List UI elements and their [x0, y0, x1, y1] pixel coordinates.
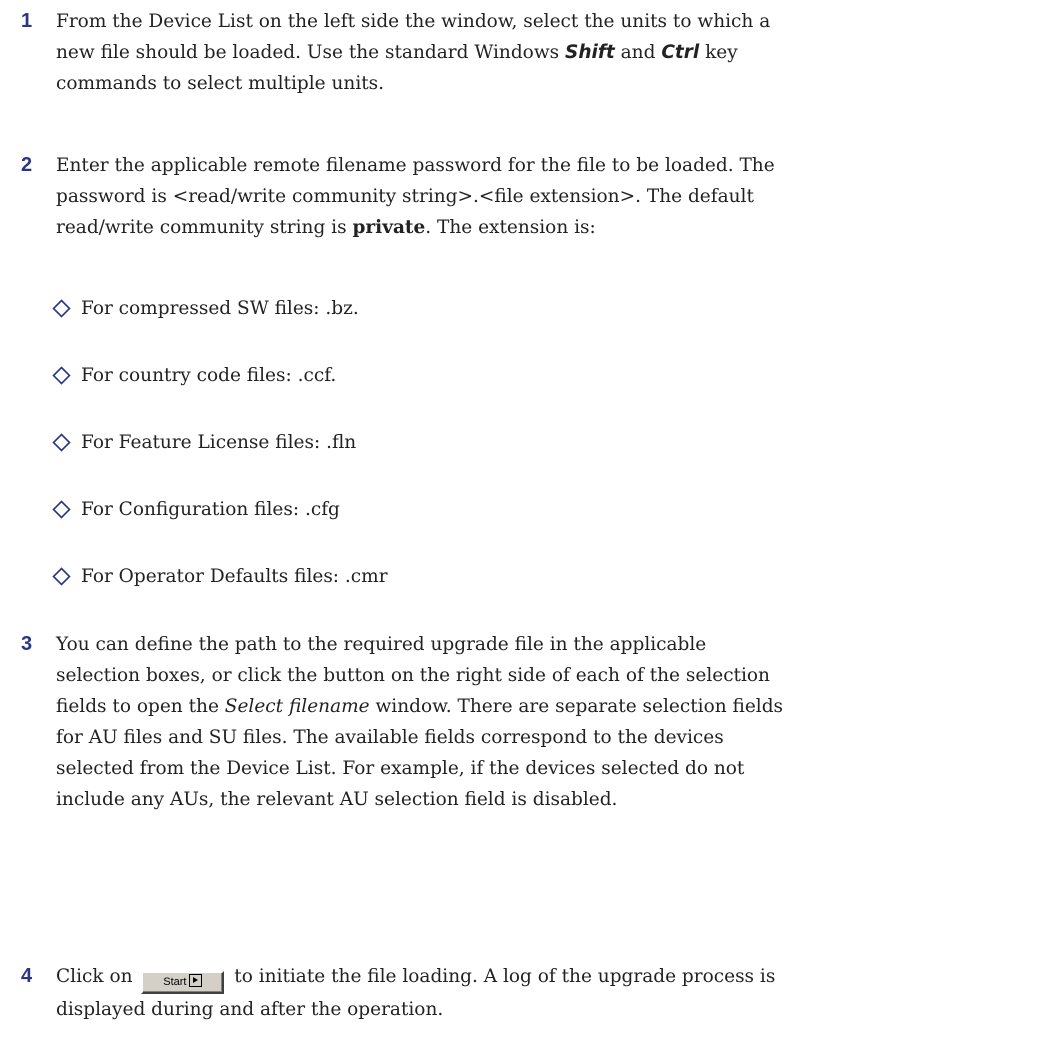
list-item-label: For Operator Defaults files: .cmr: [81, 566, 388, 587]
diamond-outline-icon: [52, 433, 71, 452]
text-run: and: [614, 42, 662, 63]
step-text: Click on Start to initiate the file load…: [56, 961, 1046, 1025]
step-number: 4: [21, 965, 33, 987]
text-line: selection boxes, or click the button on …: [56, 660, 1046, 691]
list-item-label: For compressed SW files: .bz.: [81, 298, 359, 319]
shift-key-name: Shift: [565, 42, 615, 63]
text-line: You can define the path to the required …: [56, 629, 1046, 660]
list-item: For Feature License files: .fln: [0, 427, 1051, 458]
list-item: For Operator Defaults files: .cmr: [0, 561, 1051, 592]
text-line: displayed during and after the operation…: [56, 994, 1046, 1025]
diamond-outline-icon: [52, 299, 71, 318]
step-text: You can define the path to the required …: [56, 629, 1046, 815]
text-run: . The extension is:: [425, 217, 596, 238]
start-button[interactable]: Start: [141, 971, 225, 994]
text-line: fields to open the Select filename windo…: [56, 691, 1046, 722]
text-run: key: [699, 42, 738, 63]
play-arrow-icon: [189, 974, 203, 987]
step-number: 3: [21, 633, 33, 655]
list-item: For Configuration files: .cfg: [0, 494, 1051, 525]
text-run: window. There are separate selection fie…: [369, 696, 784, 717]
diamond-outline-icon: [52, 366, 71, 385]
diamond-outline-icon: [52, 500, 71, 519]
step-number: 1: [21, 10, 33, 32]
text-line: for AU files and SU files. The available…: [56, 722, 1046, 753]
text-run: include any AUs, the relevant AU selecti…: [56, 789, 618, 810]
text-line: Enter the applicable remote filename pas…: [56, 150, 1046, 181]
text-run: password is <read/write community string…: [56, 186, 754, 207]
text-run: From the Device List on the left side th…: [56, 11, 771, 32]
step-text: From the Device List on the left side th…: [56, 6, 1046, 99]
document-page: 1 From the Device List on the left side …: [0, 0, 1051, 1041]
text-run: fields to open the: [56, 696, 225, 717]
default-community-string: private: [352, 217, 426, 238]
list-item: For country code files: .ccf.: [0, 360, 1051, 391]
text-line: From the Device List on the left side th…: [56, 6, 1046, 37]
text-line: selected from the Device List. For examp…: [56, 753, 1046, 784]
text-run: You can define the path to the required …: [56, 634, 707, 655]
select-filename-window-name: Select filename: [224, 696, 370, 717]
text-run: to initiate the file loading. A log of t…: [228, 966, 776, 987]
list-item: For compressed SW files: .bz.: [0, 293, 1051, 324]
list-item-label: For country code files: .ccf.: [81, 365, 337, 386]
text-run: commands to select multiple units.: [56, 73, 385, 94]
start-button-label: Start: [163, 976, 187, 988]
text-line: read/write community string is private. …: [56, 212, 1046, 243]
text-line: commands to select multiple units.: [56, 68, 1046, 99]
text-run: Click on: [56, 966, 139, 987]
text-run: selection boxes, or click the button on …: [56, 665, 770, 686]
text-run: Enter the applicable remote filename pas…: [56, 155, 775, 176]
diamond-outline-icon: [52, 567, 71, 586]
text-run: for AU files and SU files. The available…: [56, 727, 724, 748]
text-run: selected from the Device List. For examp…: [56, 758, 745, 779]
step-text: Enter the applicable remote filename pas…: [56, 150, 1046, 243]
step-number: 2: [21, 154, 33, 176]
text-line: include any AUs, the relevant AU selecti…: [56, 784, 1046, 815]
text-line: Click on Start to initiate the file load…: [56, 961, 1046, 994]
text-line: new file should be loaded. Use the stand…: [56, 37, 1046, 68]
text-run: new file should be loaded. Use the stand…: [56, 42, 566, 63]
list-item-label: For Configuration files: .cfg: [81, 499, 340, 520]
ctrl-key-name: Ctrl: [661, 42, 700, 63]
text-line: password is <read/write community string…: [56, 181, 1046, 212]
text-run: displayed during and after the operation…: [56, 999, 444, 1020]
list-item-label: For Feature License files: .fln: [81, 432, 357, 453]
text-run: read/write community string is: [56, 217, 353, 238]
